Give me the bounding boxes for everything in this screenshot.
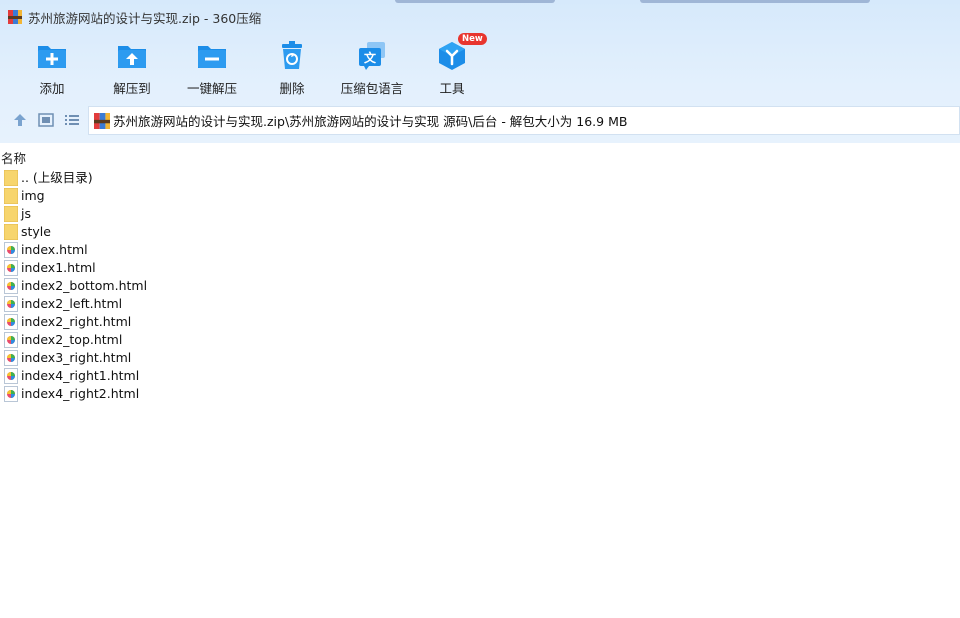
folder-icon xyxy=(4,206,18,222)
delete-icon xyxy=(282,41,302,69)
column-header-label: 名称 xyxy=(1,151,27,166)
column-header-name[interactable]: 名称 xyxy=(0,148,960,166)
file-name: index2_bottom.html xyxy=(21,278,148,293)
file-name: index2_left.html xyxy=(21,296,123,311)
list-view-icon[interactable] xyxy=(64,112,80,128)
list-item[interactable]: index.html xyxy=(0,241,960,259)
html-file-icon xyxy=(4,296,18,312)
list-item[interactable]: index2_top.html xyxy=(0,331,960,349)
up-arrow-icon[interactable] xyxy=(12,112,28,128)
thumbnail-view-icon[interactable] xyxy=(38,112,54,128)
file-name: .. (上级目录) xyxy=(21,170,93,185)
html-file-icon xyxy=(4,278,18,294)
list-item[interactable]: index3_right.html xyxy=(0,349,960,367)
toolbar: 添加 解压到 一键解压 删除 文 压缩包语言 New 工具 xyxy=(0,33,960,100)
list-item[interactable]: index2_bottom.html xyxy=(0,277,960,295)
title-bar: 苏州旅游网站的设计与实现.zip - 360压缩 xyxy=(8,8,261,26)
file-name: index2_top.html xyxy=(21,332,123,347)
tools-label: 工具 xyxy=(439,81,465,96)
list-item[interactable]: style xyxy=(0,223,960,241)
file-name: index3_right.html xyxy=(21,350,132,365)
archive-language-label: 压缩包语言 xyxy=(340,81,404,96)
language-icon: 文 xyxy=(359,42,385,70)
add-folder-icon xyxy=(38,46,66,68)
html-file-icon xyxy=(4,260,18,276)
list-item[interactable]: index4_right2.html xyxy=(0,385,960,403)
html-file-icon xyxy=(4,314,18,330)
extract-to-button[interactable]: 解压到 xyxy=(94,38,170,98)
list-item[interactable]: img xyxy=(0,187,960,205)
file-name: index4_right2.html xyxy=(21,386,140,401)
one-click-extract-button[interactable]: 一键解压 xyxy=(174,38,250,98)
window-edge-highlight xyxy=(640,0,870,3)
list-item[interactable]: index4_right1.html xyxy=(0,367,960,385)
list-item[interactable]: js xyxy=(0,205,960,223)
archive-language-button[interactable]: 文 压缩包语言 xyxy=(334,38,410,98)
file-list: .. (上级目录) img js style index.html index1… xyxy=(0,169,960,403)
window-edge-highlight xyxy=(395,0,555,3)
address-bar[interactable]: 苏州旅游网站的设计与实现.zip\苏州旅游网站的设计与实现 源码\后台 - 解包… xyxy=(88,106,960,135)
one-click-extract-icon xyxy=(198,46,226,68)
new-badge: New xyxy=(458,33,487,45)
tools-button[interactable]: New 工具 xyxy=(414,33,490,98)
file-name: index.html xyxy=(21,242,88,257)
html-file-icon xyxy=(4,332,18,348)
extract-to-icon xyxy=(118,46,146,68)
archive-icon xyxy=(8,10,22,24)
list-item[interactable]: index2_right.html xyxy=(0,313,960,331)
folder-icon xyxy=(4,188,18,204)
file-name: style xyxy=(21,224,51,239)
folder-icon xyxy=(4,224,18,240)
one-click-extract-label: 一键解压 xyxy=(186,81,237,96)
delete-button[interactable]: 删除 xyxy=(254,38,330,98)
html-file-icon xyxy=(4,368,18,384)
list-item[interactable]: index2_left.html xyxy=(0,295,960,313)
svg-text:文: 文 xyxy=(364,50,377,65)
file-name: index4_right1.html xyxy=(21,368,140,383)
file-name: img xyxy=(21,188,45,203)
html-file-icon xyxy=(4,242,18,258)
delete-label: 删除 xyxy=(279,81,305,96)
extract-to-label: 解压到 xyxy=(113,81,151,96)
add-button[interactable]: 添加 xyxy=(14,38,90,98)
window-title: 苏州旅游网站的设计与实现.zip - 360压缩 xyxy=(28,10,262,26)
archive-icon xyxy=(94,112,110,129)
add-label: 添加 xyxy=(39,81,65,96)
file-name: js xyxy=(21,206,31,221)
html-file-icon xyxy=(4,350,18,366)
list-item[interactable]: index1.html xyxy=(0,259,960,277)
html-file-icon xyxy=(4,386,18,402)
list-item[interactable]: .. (上级目录) xyxy=(0,169,960,187)
folder-icon xyxy=(4,170,18,186)
address-path: 苏州旅游网站的设计与实现.zip\苏州旅游网站的设计与实现 源码\后台 - 解包… xyxy=(113,114,628,129)
file-name: index1.html xyxy=(21,260,96,275)
file-name: index2_right.html xyxy=(21,314,132,329)
